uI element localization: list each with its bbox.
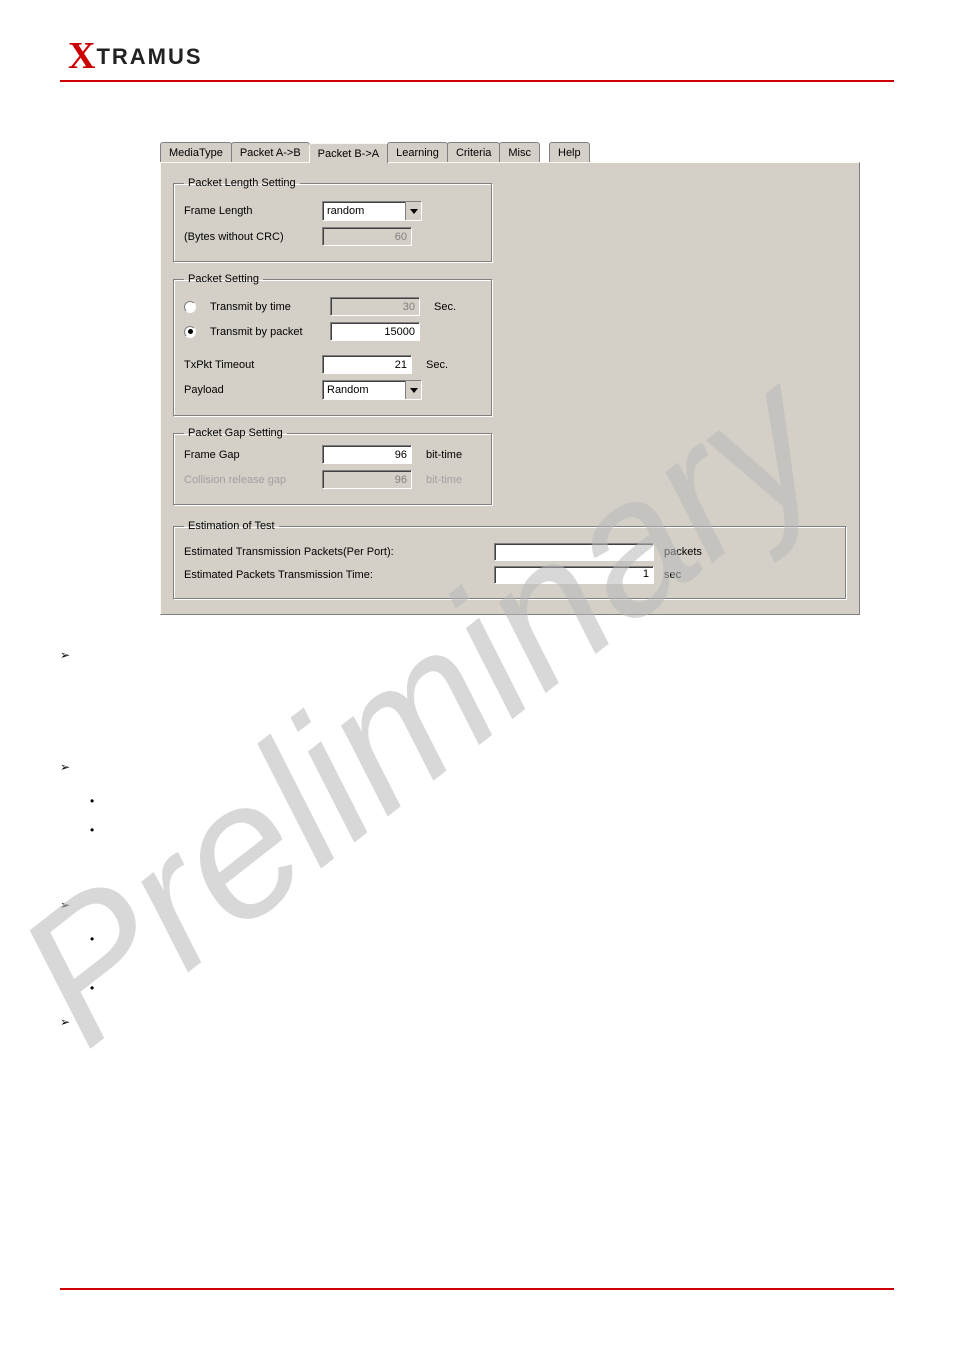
tab-strip: MediaType Packet A->B Packet B->A Learni… — [160, 142, 860, 162]
bullet-item — [90, 820, 894, 882]
radio-transmit-by-packet[interactable] — [184, 326, 196, 338]
estimated-time-value: 1 — [494, 566, 654, 584]
config-dialog: MediaType Packet A->B Packet B->A Learni… — [160, 142, 860, 615]
frame-length-label: Frame Length — [184, 205, 314, 217]
tab-help[interactable]: Help — [549, 142, 590, 162]
bullet-item — [60, 645, 894, 749]
logo-text: TRAMUS — [96, 44, 202, 70]
chevron-down-icon[interactable] — [405, 381, 421, 399]
chevron-down-icon[interactable] — [405, 202, 421, 220]
estimated-packets-unit: packets — [664, 546, 724, 558]
frame-length-value: random — [323, 205, 405, 217]
tab-panel-packet-b-a: Packet Length Setting Frame Length rando… — [160, 162, 860, 615]
legend-packet-length: Packet Length Setting — [184, 177, 300, 189]
txpkt-timeout-input[interactable] — [322, 355, 412, 374]
transmit-by-time-input — [330, 297, 420, 316]
bullet-item — [60, 1012, 894, 1033]
collision-release-gap-unit: bit-time — [426, 474, 462, 486]
tab-packet-a-b[interactable]: Packet A->B — [231, 142, 310, 162]
bullet-item — [60, 895, 894, 916]
txpkt-timeout-unit: Sec. — [426, 359, 448, 371]
payload-value: Random — [323, 384, 405, 396]
group-estimation-of-test: Estimation of Test Estimated Transmissio… — [173, 520, 847, 600]
body-text-area — [60, 645, 894, 1033]
collision-release-gap-input — [322, 470, 412, 489]
tab-learning[interactable]: Learning — [387, 142, 448, 162]
tab-criteria[interactable]: Criteria — [447, 142, 500, 162]
tab-misc[interactable]: Misc — [499, 142, 540, 162]
frame-gap-input[interactable] — [322, 445, 412, 464]
frame-length-select[interactable]: random — [322, 201, 422, 221]
group-packet-length-setting: Packet Length Setting Frame Length rando… — [173, 177, 493, 263]
estimated-time-label: Estimated Packets Transmission Time: — [184, 569, 494, 581]
transmit-by-packet-input[interactable] — [330, 322, 420, 341]
transmit-by-packet-label: Transmit by packet — [210, 326, 322, 338]
bytes-without-crc-label: (Bytes without CRC) — [184, 231, 314, 243]
estimated-time-unit: sec — [664, 569, 724, 581]
bullet-item — [90, 978, 894, 999]
footer-divider — [60, 1288, 894, 1290]
txpkt-timeout-label: TxPkt Timeout — [184, 359, 314, 371]
radio-transmit-by-time[interactable] — [184, 301, 196, 313]
bullet-item — [90, 929, 894, 971]
payload-label: Payload — [184, 384, 314, 396]
legend-packet-gap: Packet Gap Setting — [184, 427, 287, 439]
tab-packet-b-a[interactable]: Packet B->A — [309, 143, 388, 163]
group-packet-setting: Packet Setting Transmit by time Sec. Tra… — [173, 273, 493, 417]
frame-gap-unit: bit-time — [426, 449, 462, 461]
brand-logo: X TRAMUS — [68, 30, 894, 74]
transmit-by-time-label: Transmit by time — [210, 301, 322, 313]
estimated-packets-value — [494, 543, 654, 561]
collision-release-gap-label: Collision release gap — [184, 474, 314, 486]
bullet-item — [90, 791, 894, 812]
transmit-by-time-unit: Sec. — [434, 301, 456, 313]
bytes-without-crc-input — [322, 227, 412, 246]
estimated-packets-label: Estimated Transmission Packets(Per Port)… — [184, 546, 494, 558]
group-packet-gap-setting: Packet Gap Setting Frame Gap bit-time Co… — [173, 427, 493, 506]
bullet-item — [60, 757, 894, 778]
tab-mediatype[interactable]: MediaType — [160, 142, 232, 162]
frame-gap-label: Frame Gap — [184, 449, 314, 461]
header-divider — [60, 80, 894, 82]
payload-select[interactable]: Random — [322, 380, 422, 400]
legend-packet-setting: Packet Setting — [184, 273, 263, 285]
logo-x-letter: X — [68, 34, 94, 78]
legend-estimation: Estimation of Test — [184, 520, 279, 532]
